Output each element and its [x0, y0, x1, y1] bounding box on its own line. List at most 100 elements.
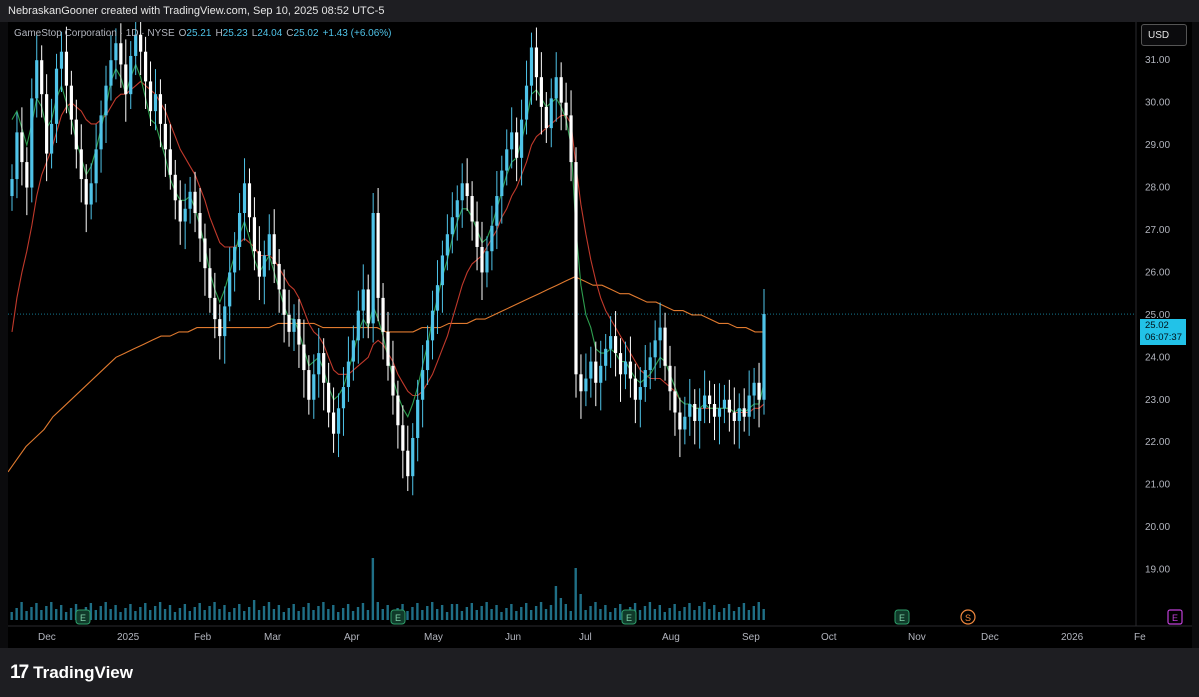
candle-body: [307, 370, 311, 400]
price-chart[interactable]: 19.0020.0021.0022.0023.0024.0025.0026.00…: [8, 22, 1192, 648]
candle-body: [554, 77, 558, 99]
candle-body: [391, 365, 395, 396]
candle-body: [59, 51, 64, 69]
volume-bar: [173, 612, 177, 620]
y-tick-label: 31.00: [1145, 55, 1170, 66]
candle-body: [589, 361, 593, 379]
volume-bar: [30, 607, 33, 620]
candle-body: [381, 297, 385, 332]
candle-body: [69, 85, 73, 120]
volume-bar: [559, 598, 563, 620]
candle-body: [515, 132, 519, 158]
candle-body: [213, 297, 217, 320]
candle-body: [559, 77, 563, 103]
volume-bar: [673, 604, 676, 620]
candle-body: [198, 213, 202, 239]
volume-bar: [554, 586, 558, 620]
legend-close: 25.02: [293, 28, 319, 39]
volume-bar: [708, 609, 711, 620]
volume-bar: [727, 604, 731, 620]
candle-body: [371, 213, 375, 324]
volume-bar: [520, 607, 523, 620]
volume-bar: [480, 606, 483, 620]
candle-body: [114, 43, 118, 61]
event-label: E: [80, 613, 86, 623]
header-credit-text: NebraskanGooner created with TradingView…: [8, 5, 385, 17]
volume-bar: [619, 604, 622, 620]
volume-bar: [163, 609, 167, 620]
candle-body: [430, 310, 435, 341]
candle-body: [445, 234, 449, 256]
x-tick-label: Aug: [662, 632, 680, 643]
candle-body: [529, 47, 534, 86]
volume-bar: [653, 609, 657, 620]
volume-bar: [168, 605, 172, 620]
candle-body: [10, 179, 14, 197]
candle-body: [183, 208, 187, 222]
volume-bar: [139, 607, 142, 620]
volume-bar: [742, 603, 746, 620]
volume-bar: [129, 604, 132, 620]
volume-bar: [213, 602, 216, 620]
candle-body: [203, 238, 207, 269]
volume-bar: [505, 608, 508, 620]
volume-bar: [35, 603, 38, 620]
volume-bar: [257, 610, 261, 620]
candle-body: [341, 387, 346, 409]
candle-body: [549, 98, 553, 129]
x-tick-label: Dec: [38, 632, 56, 643]
volume-bar: [94, 610, 98, 620]
candle-body: [544, 106, 548, 129]
candle-body: [717, 408, 722, 417]
legend-open: 25.21: [186, 28, 212, 39]
legend-h-label: H: [215, 28, 223, 39]
candle-body: [218, 319, 222, 337]
candle-body: [386, 331, 390, 366]
candle-body: [129, 55, 133, 95]
volume-bar: [45, 606, 48, 620]
candle-body: [757, 382, 761, 400]
legend-symbol: GameStop Corporation · 1D · NYSE: [14, 28, 175, 39]
candle-body: [262, 255, 266, 277]
candle-body: [104, 85, 108, 116]
candle-body: [475, 221, 479, 247]
volume-bar: [525, 603, 528, 620]
volume-bar: [55, 609, 58, 620]
candle-body: [178, 200, 182, 222]
candle-body: [331, 412, 336, 434]
candle-body: [401, 425, 405, 451]
candle-body: [455, 200, 459, 218]
volume-bar: [658, 605, 662, 620]
x-tick-label: Nov: [908, 632, 926, 643]
volume-bar: [688, 603, 691, 620]
candle-body: [242, 183, 247, 214]
legend-c-label: C: [286, 28, 294, 39]
candle-body: [609, 336, 613, 349]
volume-bar: [134, 611, 137, 620]
volume-bar: [584, 610, 587, 620]
candle-body: [693, 404, 697, 421]
volume-bar: [238, 604, 241, 620]
candle-body: [99, 115, 103, 150]
currency-button[interactable]: USD: [1141, 24, 1187, 46]
volume-bar: [341, 608, 345, 620]
chart-area[interactable]: 19.00 20.00 21.00 22.00 23.00 24.00 25.00 26.00…: [8, 22, 1192, 648]
candle-body: [623, 361, 628, 375]
x-tick-label: May: [424, 632, 443, 643]
candle-body: [727, 399, 731, 413]
volume-bar: [465, 607, 469, 620]
volume-bar: [470, 603, 474, 620]
candle-body: [109, 60, 113, 86]
candle-body: [663, 327, 667, 366]
volume-bar: [549, 605, 553, 620]
candle-body: [233, 246, 237, 273]
volume-bar: [233, 608, 236, 620]
volume-bar: [272, 609, 276, 620]
volume-bar: [144, 603, 147, 620]
candle-body: [613, 336, 618, 354]
x-tick-label: Feb: [194, 632, 212, 643]
y-tick-label: 24.00: [1145, 352, 1170, 363]
x-tick-label: Apr: [344, 632, 360, 643]
x-tick-label: Fe: [1134, 632, 1146, 643]
y-tick-label: 23.00: [1145, 395, 1170, 406]
